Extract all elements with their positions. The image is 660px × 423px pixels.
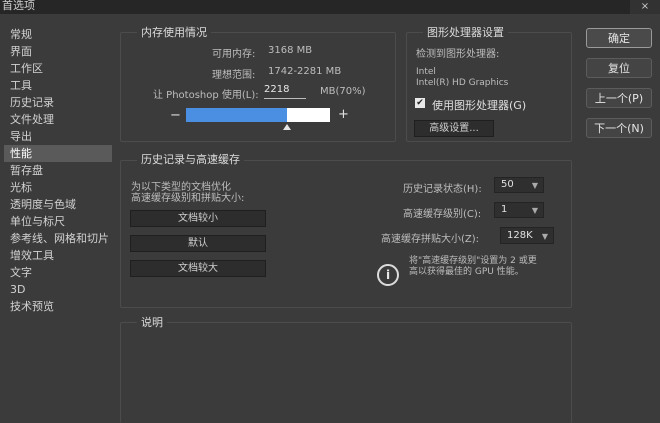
history-states-value: 50 [501, 179, 514, 190]
memory-slider[interactable] [186, 108, 330, 122]
sidebar-item[interactable]: 导出 [4, 128, 112, 145]
tile-size-label: 高速缓存拼贴大小(Z): [381, 234, 480, 245]
sidebar-item[interactable]: 光标 [4, 179, 112, 196]
chevron-down-icon: ▼ [531, 181, 538, 190]
slider-plus-icon[interactable]: + [338, 107, 349, 122]
preset-small-docs-button[interactable]: 文档较小 [130, 210, 266, 227]
preset-default-button[interactable]: 默认 [130, 235, 266, 252]
use-gpu-checkbox[interactable]: ✔ [415, 98, 425, 108]
history-states-dropdown[interactable]: 50 ▼ [494, 177, 544, 193]
ideal-range-value: 1742-2281 MB [268, 66, 342, 77]
info-icon: i [377, 264, 399, 286]
sidebar-item[interactable]: 文字 [4, 264, 112, 281]
sidebar-item[interactable]: 文件处理 [4, 111, 112, 128]
sidebar-item[interactable]: 增效工具 [4, 247, 112, 264]
memory-slider-fill [186, 108, 287, 122]
gpu-model: Intel(R) HD Graphics [416, 78, 509, 88]
history-states-label: 历史记录状态(H): [403, 184, 482, 195]
chevron-down-icon: ▼ [541, 232, 548, 241]
gpu-hint-line2: 高以获得最佳的 GPU 性能。 [409, 267, 524, 277]
sidebar: 常规 界面 工作区 工具 历史记录 文件处理 导出 性能 暂存盘 光标 透明度与色域 单位与标尺 参考线… [4, 26, 112, 315]
sidebar-item[interactable]: 性能 [4, 145, 112, 162]
next-button[interactable]: 下一个(N) [586, 118, 652, 138]
ideal-range-label: 理想范围: [212, 70, 256, 81]
advanced-settings-button[interactable]: 高级设置... [414, 120, 494, 137]
sidebar-item[interactable]: 单位与标尺 [4, 213, 112, 230]
memory-usage-title: 内存使用情况 [137, 24, 211, 40]
sidebar-item[interactable]: 技术预览 [4, 298, 112, 315]
chevron-down-icon: ▼ [531, 206, 538, 215]
sidebar-item[interactable]: 透明度与色域 [4, 196, 112, 213]
sidebar-item[interactable]: 工具 [4, 77, 112, 94]
reset-button[interactable]: 复位 [586, 58, 652, 78]
tile-size-dropdown[interactable]: 128K ▼ [500, 227, 554, 244]
let-photoshop-use-unit: MB(70%) [320, 86, 366, 97]
cache-levels-label: 高速缓存级别(C): [403, 209, 482, 220]
gpu-vendor: Intel [416, 67, 436, 77]
sidebar-item[interactable]: 历史记录 [4, 94, 112, 111]
sidebar-item[interactable]: 工作区 [4, 60, 112, 77]
preset-large-docs-button[interactable]: 文档较大 [130, 260, 266, 277]
description-title: 说明 [137, 314, 167, 330]
optimize-text-line2: 高速缓存级别和拼贴大小: [131, 193, 245, 204]
ok-button[interactable]: 确定 [586, 28, 652, 48]
window-title: 首选项 [2, 0, 35, 12]
use-gpu-label: 使用图形处理器(G) [432, 99, 527, 112]
let-photoshop-use-input[interactable]: 2218 [264, 84, 306, 99]
let-photoshop-use-label: 让 Photoshop 使用(L): [153, 90, 259, 101]
sidebar-item[interactable]: 暂存盘 [4, 162, 112, 179]
tile-size-value: 128K [507, 230, 533, 241]
sidebar-item[interactable]: 常规 [4, 26, 112, 43]
memory-slider-thumb[interactable] [282, 124, 291, 130]
history-cache-title: 历史记录与高速缓存 [137, 151, 244, 167]
gpu-settings-title: 图形处理器设置 [423, 24, 508, 40]
slider-minus-icon[interactable]: − [170, 108, 181, 123]
previous-button[interactable]: 上一个(P) [586, 88, 652, 108]
description-group [120, 322, 572, 423]
gpu-detected-label: 检测到图形处理器: [416, 49, 500, 60]
available-memory-label: 可用内存: [212, 49, 256, 60]
sidebar-item[interactable]: 界面 [4, 43, 112, 60]
cache-levels-value: 1 [501, 204, 508, 215]
close-icon[interactable]: × [630, 0, 660, 14]
available-memory-value: 3168 MB [268, 45, 313, 56]
sidebar-item[interactable]: 3D [4, 281, 112, 298]
title-bar: 首选项 × [0, 0, 660, 14]
cache-levels-dropdown[interactable]: 1 ▼ [494, 202, 544, 218]
sidebar-item[interactable]: 参考线、网格和切片 [4, 230, 112, 247]
